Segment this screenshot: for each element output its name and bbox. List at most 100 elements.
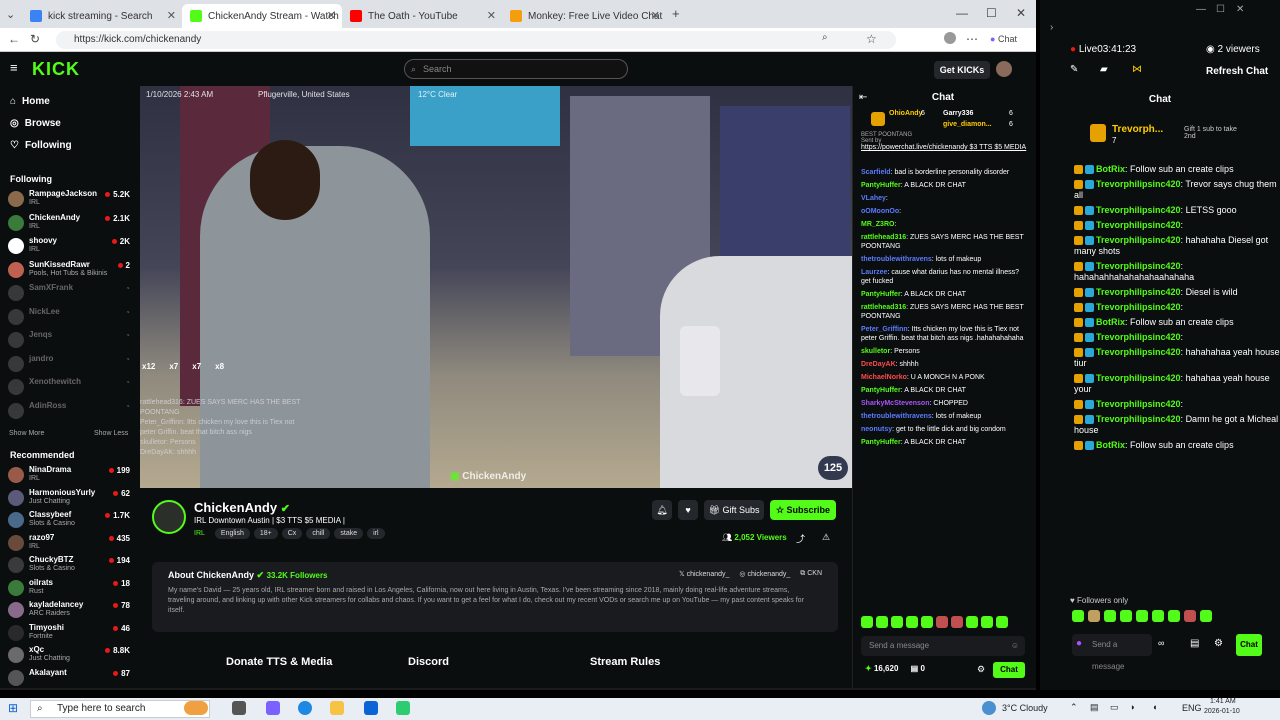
search-highlight-icon[interactable] bbox=[184, 701, 208, 715]
close-icon[interactable]: ✕ bbox=[651, 9, 660, 22]
close-window-icon[interactable]: ✕ bbox=[1236, 4, 1244, 15]
panel-donate[interactable]: Donate TTS & Media bbox=[226, 656, 332, 668]
zoom-icon[interactable]: ⌕ bbox=[822, 32, 828, 43]
chat-username[interactable]: Trevorphilipsinc420 bbox=[1096, 373, 1181, 383]
collapse-icon[interactable]: › bbox=[1050, 22, 1053, 33]
gifter-name[interactable]: Trevorph... bbox=[1112, 124, 1163, 135]
close-window-icon[interactable]: ✕ bbox=[1016, 6, 1026, 20]
emote-icon[interactable] bbox=[1104, 610, 1116, 622]
emote-icon[interactable] bbox=[936, 616, 948, 628]
close-icon[interactable]: ✕ bbox=[487, 9, 496, 22]
url-field[interactable]: https://kick.com/chickenandy bbox=[56, 31, 896, 49]
emote-icon[interactable] bbox=[861, 616, 873, 628]
recommended-channel[interactable]: HarmoniousYurly Just Chatting 62 bbox=[8, 487, 130, 509]
edge-icon[interactable] bbox=[298, 701, 312, 715]
x-social-link[interactable]: 𝕏 chickenandy_ bbox=[679, 570, 729, 578]
chat-username[interactable]: PantyHuffer bbox=[861, 291, 901, 298]
recommended-channel[interactable]: xQc Just Chatting 8.8K bbox=[8, 644, 130, 666]
following-channel[interactable]: RampageJackson IRL 5.2K bbox=[8, 188, 130, 210]
get-kicks-button[interactable]: Get KICKs bbox=[934, 61, 990, 79]
minimize-icon[interactable]: — bbox=[956, 6, 968, 20]
share-icon[interactable]: ⋈ bbox=[1132, 64, 1142, 75]
chat-username[interactable]: Trevorphilipsinc420 bbox=[1096, 287, 1181, 297]
following-channel[interactable]: SamXFrank ◔ bbox=[8, 282, 130, 304]
recommended-channel[interactable]: NinaDrama IRL 199 bbox=[8, 464, 130, 486]
tab-monkey[interactable]: Monkey: Free Live Video Chat ✕ bbox=[502, 4, 666, 28]
mail-icon[interactable] bbox=[364, 701, 378, 715]
settings-icon[interactable]: ⚙ bbox=[977, 664, 985, 675]
chat-username[interactable]: MichaelNorko bbox=[861, 374, 907, 381]
clip-icon[interactable]: ▰ bbox=[1100, 64, 1108, 75]
refresh-chat-button[interactable]: Refresh Chat bbox=[1206, 66, 1268, 77]
taskbar-search[interactable]: ⌕ Type here to search bbox=[30, 700, 210, 718]
emote-icon[interactable] bbox=[876, 616, 888, 628]
chat-username[interactable]: neonutsy bbox=[861, 426, 892, 433]
category-link[interactable]: IRL bbox=[194, 528, 211, 539]
loop-icon[interactable]: ∞ bbox=[1158, 638, 1164, 648]
new-tab-icon[interactable]: + bbox=[672, 6, 680, 21]
notification-bell-button[interactable]: 🔔︎ bbox=[652, 500, 672, 520]
chat-username[interactable]: rattlehead316 bbox=[861, 234, 906, 241]
stream-tag[interactable]: chill bbox=[306, 528, 331, 539]
chat-username[interactable]: BotRix bbox=[1096, 317, 1125, 327]
chat-username[interactable]: MR_Z3RO bbox=[861, 221, 894, 228]
stream-tag[interactable]: irl bbox=[367, 528, 385, 539]
stream-tag[interactable]: 18+ bbox=[253, 528, 278, 539]
volume-icon[interactable]: ◗ bbox=[1130, 702, 1135, 712]
gifter-name[interactable]: OhioAndy bbox=[889, 110, 922, 117]
show-less-link[interactable]: Show Less bbox=[94, 430, 128, 437]
battery-icon[interactable]: ▭ bbox=[1110, 702, 1119, 713]
chat-username[interactable]: SharkyMcStevenson bbox=[861, 400, 929, 407]
tab-search[interactable]: kick streaming - Search ✕ bbox=[22, 4, 182, 28]
emote-icon[interactable] bbox=[951, 616, 963, 628]
video-player[interactable]: 1/10/2026 2:43 AM Pflugerville, United S… bbox=[140, 86, 852, 488]
stream-tag[interactable]: English bbox=[214, 528, 250, 539]
gifter-name[interactable]: give_diamon... bbox=[943, 121, 992, 128]
emote-icon[interactable] bbox=[1152, 610, 1164, 622]
emote-icon[interactable] bbox=[1088, 610, 1100, 622]
edit-icon[interactable]: ✎ bbox=[1070, 64, 1078, 75]
close-icon[interactable]: ✕ bbox=[167, 9, 176, 22]
following-channel[interactable]: SunKissedRawr Pools, Hot Tubs & Bikinis 2 bbox=[8, 259, 130, 281]
chat-username[interactable]: Trevorphilipsinc420 bbox=[1096, 220, 1181, 230]
minimize-icon[interactable]: — bbox=[1196, 4, 1206, 15]
chat-username[interactable]: PantyHuffer bbox=[861, 387, 901, 394]
copilot-chat-button[interactable]: ● Chat bbox=[990, 34, 1017, 44]
instagram-social-link[interactable]: ◎ chickenandy_ bbox=[739, 570, 790, 578]
gift-prompt[interactable]: Gift 1 sub to take 2nd bbox=[1184, 126, 1240, 140]
speaker-icon[interactable]: ◖ bbox=[1152, 702, 1157, 712]
tab-list-icon[interactable]: ⌄ bbox=[6, 8, 15, 21]
chat-username[interactable]: Laurzee bbox=[861, 269, 887, 276]
mic-icon[interactable]: ● bbox=[1076, 638, 1082, 649]
chat-username[interactable]: Trevorphilipsinc420 bbox=[1096, 261, 1181, 271]
send-chat-button[interactable]: Chat bbox=[993, 662, 1025, 678]
streamer-name[interactable]: ChickenAndy bbox=[194, 500, 277, 515]
favorite-icon[interactable]: ☆ bbox=[866, 32, 877, 46]
back-icon[interactable]: ← bbox=[8, 32, 20, 46]
panel-rules[interactable]: Stream Rules bbox=[590, 656, 660, 668]
report-icon[interactable]: ⚠ bbox=[822, 532, 830, 543]
emote-icon[interactable] bbox=[1136, 610, 1148, 622]
following-channel[interactable]: AdinRoss ◔ bbox=[8, 400, 130, 422]
chat-username[interactable]: Trevorphilipsinc420 bbox=[1096, 235, 1181, 245]
emote-icon[interactable] bbox=[1184, 610, 1196, 622]
tab-kick[interactable]: ChickenAndy Stream - Watch Live ✕ bbox=[182, 4, 342, 28]
close-icon[interactable]: ✕ bbox=[327, 9, 336, 22]
recommended-channel[interactable]: Akalayant 87 bbox=[8, 667, 130, 689]
emote-icon[interactable] bbox=[1072, 610, 1084, 622]
gift-subs-button[interactable]: 🎁︎ Gift Subs bbox=[704, 500, 764, 520]
chat-username[interactable]: PantyHuffer bbox=[861, 439, 901, 446]
chat-username[interactable]: Trevorphilipsinc420 bbox=[1096, 332, 1181, 342]
chat-username[interactable]: oOMoonOo bbox=[861, 208, 899, 215]
emote-icon[interactable] bbox=[891, 616, 903, 628]
emote-icon[interactable] bbox=[1120, 610, 1132, 622]
recommended-channel[interactable]: kayladelancey ARC Raiders 78 bbox=[8, 599, 130, 621]
search-input[interactable]: ⌕ Search bbox=[404, 59, 628, 79]
following-channel[interactable]: Jenqs ◔ bbox=[8, 329, 130, 351]
stream-tag[interactable]: stake bbox=[334, 528, 364, 539]
weather-text[interactable]: 3°C Cloudy bbox=[1002, 703, 1048, 713]
chat-username[interactable]: Trevorphilipsinc420 bbox=[1096, 347, 1181, 357]
nav-following[interactable]: ♡ Following bbox=[10, 140, 72, 151]
tab-youtube[interactable]: The Oath - YouTube ✕ bbox=[342, 4, 502, 28]
following-channel[interactable]: ChickenAndy IRL 2.1K bbox=[8, 212, 130, 234]
